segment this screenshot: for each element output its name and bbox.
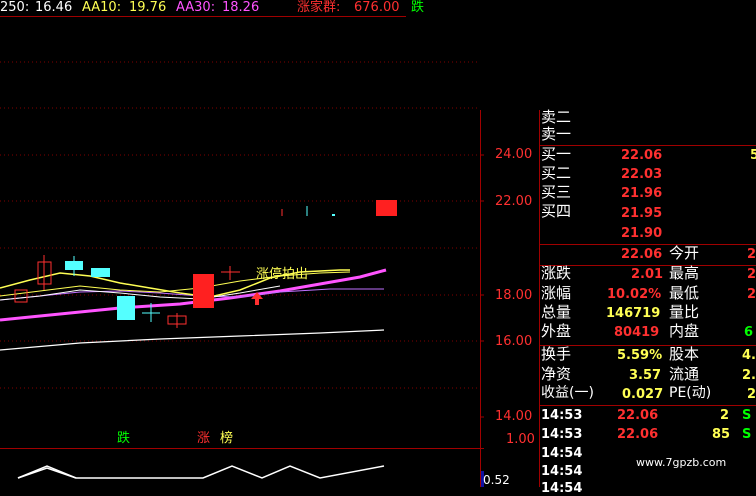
pe-value: 2 [747,387,756,402]
quote-panel: 卖二 卖一 买一 22.06 5 买二 22.03 买三 21.96 买四 21… [484,0,756,495]
buy-5-price[interactable]: 21.90 [621,227,662,240]
ma250-line [0,329,385,351]
tick-volume: 85 [712,427,731,442]
ratio-label: 量比 [669,303,700,321]
sell-2-label: 卖二 [541,108,572,126]
outer-label: 外盘 [541,322,572,340]
buy-2-price[interactable]: 22.03 [621,168,662,181]
buy-3-price[interactable]: 21.96 [621,187,662,200]
indicator-line-2 [17,467,77,479]
pct-label: 涨幅 [541,284,572,302]
tick-flag: S [742,427,752,442]
nav-label: 净资 [541,365,572,383]
candle [117,296,135,320]
tick-mark [332,214,335,216]
buy-1-label: 买一 [541,145,572,163]
open-value: 2 [747,247,756,262]
tick-volume: 2 [720,408,730,423]
candles [14,200,397,328]
tick-price: 22.06 [617,408,659,423]
low-label: 最低 [669,284,700,302]
candle-limit-up [193,274,214,308]
eps-value: 0.027 [622,387,664,402]
candle [91,268,110,277]
float-value: 2. [742,368,756,383]
turnover-value: 5.59% [617,348,663,363]
inner-value: 6 [744,325,754,340]
tick-time: 14:53 [541,427,583,442]
change-value: 2.01 [631,267,664,282]
buy-3-label: 买三 [541,183,572,201]
buy-1-price[interactable]: 22.06 [621,149,662,162]
buy-2-label: 买二 [541,164,572,182]
buy-4-label: 买四 [541,202,572,220]
shares-value: 4. [742,348,756,363]
limitup-annotation: 涨停拍出 [256,267,309,282]
site-watermark: www.7gpzb.com [636,456,727,469]
tick-time: 14:54 [541,481,583,496]
volume-label: 总量 [541,303,572,321]
signal-rank: 榜 [220,431,234,446]
float-label: 流通 [669,365,700,383]
sell-1-label: 卖一 [541,125,572,143]
buy-4-price[interactable]: 21.95 [621,207,662,220]
candle [14,289,28,303]
tick-flag: S [742,408,752,423]
signal-rise: 涨 [197,431,211,446]
high-value: 2 [747,267,756,282]
change-label: 涨跌 [541,264,572,282]
nav-value: 3.57 [629,368,662,383]
kline-chart[interactable] [0,0,484,487]
open-label: 今开 [669,244,700,262]
current-candle [376,200,397,216]
pct-value: 10.02% [607,287,662,302]
turnover-label: 换手 [541,345,572,363]
tick-time: 14:54 [541,464,583,479]
eps-label: 收益(一) [541,385,594,401]
tick-price: 22.06 [617,427,659,442]
pe-label: PE(动) [669,385,712,401]
buy-1-volume: 5 [750,148,756,163]
low-value: 2 [747,287,756,302]
tick-time: 14:54 [541,446,583,461]
volume-value: 146719 [606,306,661,321]
outer-value: 80419 [614,325,660,340]
shares-label: 股本 [669,345,700,363]
tick-time: 14:53 [541,408,583,423]
last-price: 22.06 [621,247,663,262]
high-label: 最高 [669,264,700,282]
price-gridlines [0,61,480,389]
signal-fall: 跌 [117,431,131,446]
inner-label: 内盘 [669,322,700,340]
